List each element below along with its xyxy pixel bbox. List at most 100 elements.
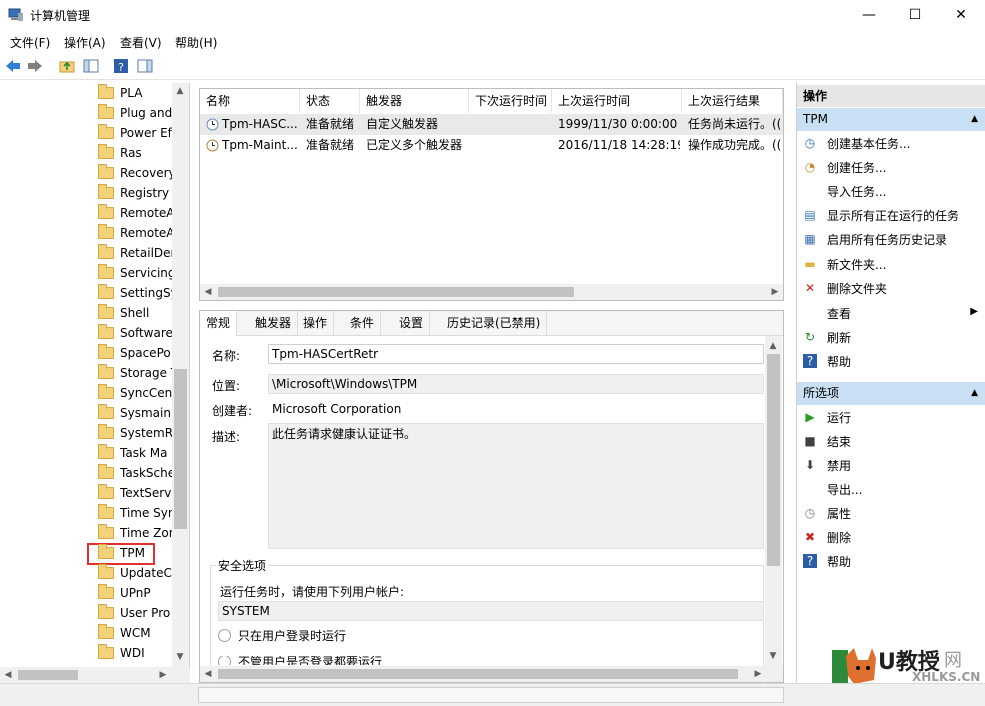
tree-item-selected[interactable]: TPM xyxy=(87,543,155,565)
action-item[interactable]: ✖ 删除 xyxy=(797,526,985,550)
tree-item[interactable]: TaskSche xyxy=(98,464,172,484)
action-item[interactable]: ? 帮助 xyxy=(797,350,985,374)
action-item[interactable]: ↻ 刷新 xyxy=(797,326,985,350)
table-row[interactable]: Tpm-Maint... 准备就绪 已定义多个触发器 2016/11/18 14… xyxy=(200,135,783,156)
tree-item[interactable]: RetailDer xyxy=(98,244,172,264)
collapse-icon[interactable]: ▲ xyxy=(971,108,978,131)
tree-item[interactable]: Time Syn xyxy=(98,504,172,524)
action-item[interactable]: ▦ 启用所有任务历史记录 xyxy=(797,228,985,252)
show-hide-console-tree-icon[interactable] xyxy=(82,57,100,75)
tree-item[interactable]: SystemRe xyxy=(98,424,172,444)
tree-item[interactable]: UpdateC xyxy=(98,564,172,584)
tree-item[interactable]: Registry xyxy=(98,184,172,204)
tree-item[interactable]: Storage T xyxy=(98,364,172,384)
scroll-down-icon[interactable]: ▼ xyxy=(172,649,188,665)
collapse-icon[interactable]: ▲ xyxy=(971,382,978,405)
menu-file[interactable]: 文件(F) xyxy=(10,34,50,51)
action-item[interactable]: ◷ 创建基本任务... xyxy=(797,132,985,156)
tree-item[interactable]: PLA xyxy=(98,84,172,104)
tree-item[interactable]: Task Ma xyxy=(98,444,172,464)
column-trigger[interactable]: 触发器 xyxy=(360,89,469,113)
scroll-left-icon[interactable]: ◀ xyxy=(200,284,216,300)
scroll-right-icon[interactable]: ▶ xyxy=(750,666,766,682)
help-icon[interactable]: ? xyxy=(112,57,130,75)
tab-history[interactable]: 历史记录(已禁用) xyxy=(441,311,548,335)
tree-scroll-thumb[interactable] xyxy=(174,369,187,529)
tree-item[interactable]: Recovery xyxy=(98,164,172,184)
tree-item[interactable]: Ras xyxy=(98,144,172,164)
column-last-run[interactable]: 上次运行时间 xyxy=(552,89,682,113)
tree-item[interactable]: TextServi xyxy=(98,484,172,504)
column-next-run[interactable]: 下次运行时间 xyxy=(469,89,552,113)
action-item[interactable]: 导出... xyxy=(797,478,985,502)
task-list-hscroll-thumb[interactable] xyxy=(218,287,574,297)
detail-hscroll-thumb[interactable] xyxy=(218,669,738,679)
detail-scroll-thumb[interactable] xyxy=(767,354,780,566)
tree-item[interactable]: SettingSy xyxy=(98,284,172,304)
tree-item[interactable]: Shell xyxy=(98,304,172,324)
tab-conditions[interactable]: 条件 xyxy=(344,311,382,335)
scroll-left-icon[interactable]: ◀ xyxy=(200,666,216,682)
detail-vertical-scrollbar[interactable]: ▲ ▼ xyxy=(765,336,782,666)
tree-item[interactable]: SpacePo xyxy=(98,344,172,364)
tree-item[interactable]: WDI xyxy=(98,644,172,664)
menu-help[interactable]: 帮助(H) xyxy=(175,34,217,51)
tree-item[interactable]: Software xyxy=(98,324,172,344)
section-selected[interactable]: 所选项 ▲ xyxy=(797,382,985,405)
maximize-button[interactable]: ☐ xyxy=(892,0,938,30)
tab-actions[interactable]: 操作 xyxy=(297,311,335,335)
column-last-result[interactable]: 上次运行结果 xyxy=(682,89,783,113)
radio-logged-on[interactable] xyxy=(218,629,231,642)
action-item[interactable]: 查看 ▶ xyxy=(797,302,985,326)
tree-item[interactable]: UPnP xyxy=(98,584,172,604)
tree-item[interactable]: Power Ef xyxy=(98,124,172,144)
tree-item[interactable]: Plug and xyxy=(98,104,172,124)
tree-item[interactable]: Servicing xyxy=(98,264,172,284)
scroll-up-icon[interactable]: ▲ xyxy=(172,83,188,99)
table-row[interactable]: Tpm-HASC... 准备就绪 自定义触发器 1999/11/30 0:00:… xyxy=(200,114,783,135)
tree-item[interactable]: User Pro xyxy=(98,604,172,624)
tab-triggers[interactable]: 触发器 xyxy=(249,311,299,335)
scroll-right-icon[interactable]: ▶ xyxy=(155,667,171,683)
task-list-hscrollbar[interactable]: ◀ ▶ xyxy=(200,284,783,300)
scroll-down-icon[interactable]: ▼ xyxy=(765,648,781,664)
tree-hscroll-thumb[interactable] xyxy=(18,670,78,680)
action-item[interactable]: ▤ 显示所有正在运行的任务 xyxy=(797,204,985,228)
menu-view[interactable]: 查看(V) xyxy=(120,34,162,51)
action-item[interactable]: ■ 结束 xyxy=(797,430,985,454)
column-name[interactable]: 名称 xyxy=(200,89,300,113)
up-folder-icon[interactable] xyxy=(58,57,76,75)
section-tpm[interactable]: TPM ▲ xyxy=(797,108,985,131)
action-item[interactable]: ⬇ 禁用 xyxy=(797,454,985,478)
minimize-button[interactable]: — xyxy=(846,0,892,30)
tree-horizontal-scrollbar[interactable]: ◀ ▶ xyxy=(0,667,190,683)
description-field[interactable]: 此任务请求健康认证证书。 xyxy=(268,423,764,549)
action-item[interactable]: ◷ 属性 xyxy=(797,502,985,526)
scroll-right-icon[interactable]: ▶ xyxy=(767,284,783,300)
tree-item[interactable]: Time Zor xyxy=(98,524,172,544)
tree-item[interactable]: RemoteA xyxy=(98,204,172,224)
menu-action[interactable]: 操作(A) xyxy=(64,34,106,51)
action-item[interactable]: ◔ 创建任务... xyxy=(797,156,985,180)
radio-always[interactable] xyxy=(218,656,231,665)
tree-vertical-scrollbar[interactable]: ▲ ▼ xyxy=(172,83,189,667)
tree-item[interactable]: RemoteA xyxy=(98,224,172,244)
action-item[interactable]: ▶ 运行 xyxy=(797,406,985,430)
tree-item[interactable]: SyncCent xyxy=(98,384,172,404)
action-item[interactable]: ▬ 新文件夹... xyxy=(797,253,985,277)
detail-hscrollbar[interactable]: ◀ ▶ xyxy=(200,666,783,682)
tab-general[interactable]: 常规 xyxy=(200,311,238,336)
tree-item[interactable]: Sysmain xyxy=(98,404,172,424)
tree-item[interactable]: WCM xyxy=(98,624,172,644)
scroll-up-icon[interactable]: ▲ xyxy=(765,338,781,354)
back-arrow-icon[interactable] xyxy=(4,57,22,75)
forward-arrow-icon[interactable] xyxy=(26,57,44,75)
show-hide-action-pane-icon[interactable] xyxy=(136,57,154,75)
task-name-field[interactable]: Tpm-HASCertRetr xyxy=(268,344,764,364)
tab-settings[interactable]: 设置 xyxy=(393,311,431,335)
action-item[interactable]: ✕ 删除文件夹 xyxy=(797,277,985,301)
action-item[interactable]: ? 帮助 xyxy=(797,550,985,574)
close-button[interactable]: ✕ xyxy=(938,0,984,30)
action-item[interactable]: 导入任务... xyxy=(797,180,985,204)
scroll-left-icon[interactable]: ◀ xyxy=(0,667,16,683)
